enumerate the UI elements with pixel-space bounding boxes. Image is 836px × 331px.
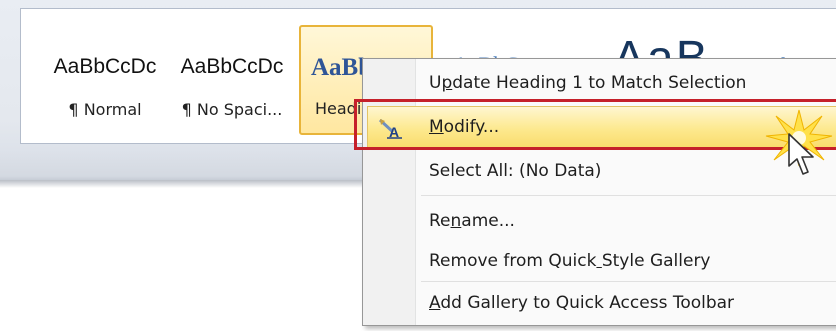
menu-item-label: Select All: (No Data) [429,161,602,181]
style-preview: AaBbCcDc [180,55,284,78]
style-preview: AaBbCcDc [53,55,157,78]
menu-item-label: Rename... [429,211,515,231]
style-name: ¶ No Spaci... [181,100,283,119]
menu-item-label: Remove from Quick Style Gallery [429,251,711,271]
menu-item-add-to-quick-access[interactable]: Add Gallery to Quick Access Toolbar [363,281,836,327]
style-tile-no-spacing[interactable]: AaBbCcDc ¶ No Spaci... [169,26,295,138]
style-tile-normal[interactable]: AaBbCcDc ¶ Normal [43,26,167,138]
menu-separator [421,195,836,196]
menu-item-label: Add Gallery to Quick Access Toolbar [429,293,735,313]
style-name: ¶ Normal [68,100,142,119]
menu-item-remove-from-gallery[interactable]: Remove from Quick Style Gallery [363,239,836,285]
mouse-pointer-icon [788,133,814,175]
menu-item-label: Update Heading 1 to Match Selection [429,73,747,93]
